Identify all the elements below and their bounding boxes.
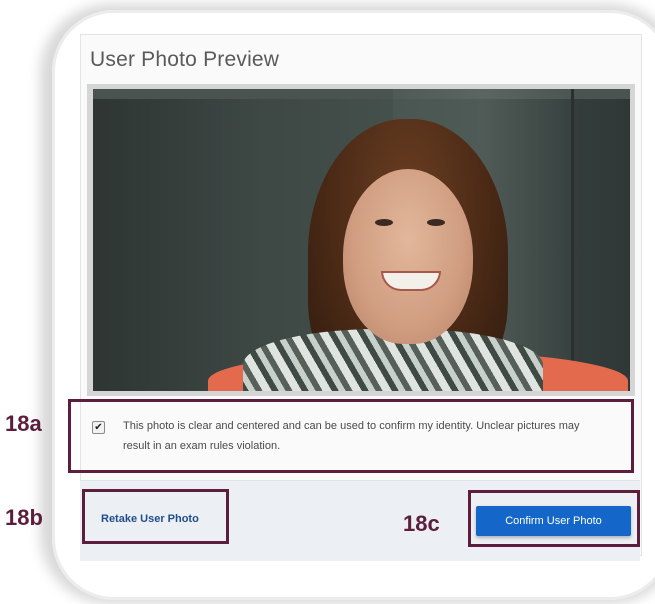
photo-door-edge (571, 89, 574, 391)
photo-face (343, 169, 473, 344)
callout-label-18b: 18b (5, 505, 43, 530)
dialog-title: User Photo Preview (90, 48, 280, 71)
callout-label-18c: 18c (403, 511, 440, 536)
callout-box-18b (82, 489, 229, 544)
callout-label-18a: 18a (5, 411, 42, 436)
photo-eye-right (427, 219, 445, 226)
photo-eye-left (375, 219, 393, 226)
callout-box-18a (68, 399, 634, 473)
callout-box-18c (468, 490, 640, 547)
user-photo (93, 89, 630, 391)
